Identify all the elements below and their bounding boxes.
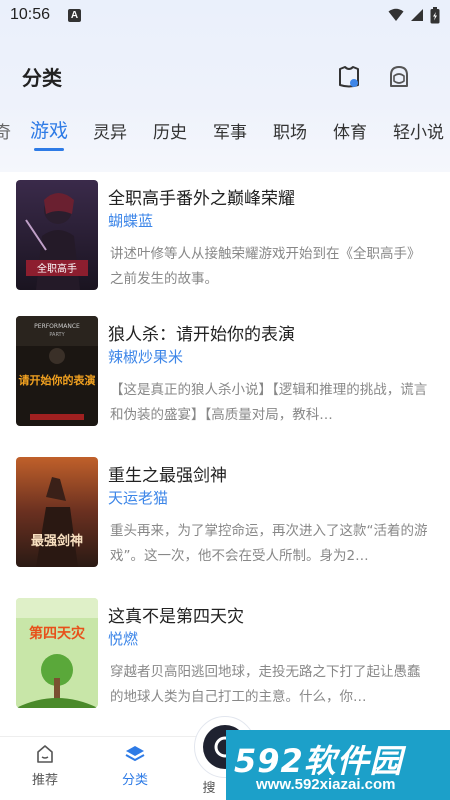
notification-badge: A xyxy=(68,8,82,22)
book-author[interactable]: 悦燃 xyxy=(108,628,138,649)
wifi-icon xyxy=(388,8,404,21)
tab-history[interactable]: 历史 xyxy=(153,118,187,143)
active-tab-indicator xyxy=(34,148,64,151)
cover-text: 第四天灾 xyxy=(29,625,86,642)
watermark-url: www.592xiazai.com xyxy=(256,776,396,793)
signal-icon xyxy=(411,9,423,21)
category-tabs: 奇 游戏 灵异 历史 军事 职场 体育 轻小说 xyxy=(0,112,450,152)
book-title[interactable]: 狼人杀：请开始你的表演 xyxy=(108,320,295,345)
tab-light-novel[interactable]: 轻小说 xyxy=(393,118,444,143)
tab-sports[interactable]: 体育 xyxy=(333,118,367,143)
book-description: 穿越者贝高阳逃回地球，走投无路之下打了起让愚蠢的地球人类为自己打工的主意。什么，… xyxy=(110,664,421,705)
nav-label: 推荐 xyxy=(31,773,58,788)
tab-workplace[interactable]: 职场 xyxy=(273,118,307,143)
svg-text:PARTY: PARTY xyxy=(49,332,65,338)
book-item[interactable]: PERFORMANCE PARTY 请开始你的表演 狼人杀：请开始你的表演 辣椒… xyxy=(0,312,450,427)
book-title[interactable]: 重生之最强剑神 xyxy=(108,461,227,486)
layers-icon xyxy=(125,746,145,762)
nav-search[interactable]: 搜 xyxy=(189,777,229,796)
nav-recommend[interactable]: 推荐 xyxy=(15,743,75,788)
watermark-logo: 592软件园 www.592xiazai.com xyxy=(226,730,450,800)
book-description: 重头再来，为了掌控命运，再次进入了这款“活着的游戏”。这一次，他不会在受人所制。… xyxy=(110,523,428,564)
status-time: 10:56 xyxy=(10,6,51,23)
status-bar: 10:56 A xyxy=(0,0,450,30)
nav-label: 搜 xyxy=(202,781,216,796)
nav-category[interactable]: 分类 xyxy=(105,743,165,788)
book-description: 【这是真正的狼人杀小说】【逻辑和推理的挑战，谎言和伪装的盛宴】【高质量对局，教科… xyxy=(110,382,428,423)
cover-text: 全职高手 xyxy=(37,262,77,275)
book-author[interactable]: 辣椒炒果米 xyxy=(108,346,183,367)
book-item[interactable]: 最强剑神 重生之最强剑神 天运老猫 重头再来，为了掌控命运，再次进入了这款“活着… xyxy=(0,453,450,568)
book-cover[interactable]: 最强剑神 xyxy=(16,457,98,567)
book-item[interactable]: 全职高手 全职高手番外之巅峰荣耀 蝴蝶蓝 讲述叶修等人从接触荣耀游戏开始到在《全… xyxy=(0,176,450,291)
nav-label: 分类 xyxy=(121,773,148,788)
tab-game[interactable]: 游戏 xyxy=(30,116,68,143)
book-item[interactable]: 第四天灾 这真不是第四天灾 悦燃 穿越者贝高阳逃回地球，走投无路之下打了起让愚蠢… xyxy=(0,594,450,709)
shirt-icon[interactable] xyxy=(336,64,362,90)
book-author[interactable]: 天运老猫 xyxy=(108,487,168,508)
book-cover[interactable]: 全职高手 xyxy=(16,180,98,290)
profile-icon[interactable] xyxy=(386,64,412,90)
book-cover[interactable]: 第四天灾 xyxy=(16,598,98,708)
book-title[interactable]: 这真不是第四天灾 xyxy=(108,602,244,627)
battery-icon xyxy=(430,6,440,23)
book-author[interactable]: 蝴蝶蓝 xyxy=(108,210,153,231)
tab-supernatural[interactable]: 灵异 xyxy=(93,118,127,143)
title-row: 分类 xyxy=(0,52,450,100)
cover-text: 请开始你的表演 xyxy=(19,373,96,387)
cover-text: 最强剑神 xyxy=(31,533,83,549)
book-cover[interactable]: PERFORMANCE PARTY 请开始你的表演 xyxy=(16,316,98,426)
tab-military[interactable]: 军事 xyxy=(213,118,247,143)
svg-text:PERFORMANCE: PERFORMANCE xyxy=(34,323,80,330)
home-icon xyxy=(37,745,53,763)
status-icons xyxy=(388,6,440,24)
book-description: 讲述叶修等人从接触荣耀游戏开始到在《全职高手》之前发生的故事。 xyxy=(110,246,421,287)
tab-partial[interactable]: 奇 xyxy=(0,118,11,143)
page-title: 分类 xyxy=(22,65,62,90)
book-title[interactable]: 全职高手番外之巅峰荣耀 xyxy=(108,184,295,209)
